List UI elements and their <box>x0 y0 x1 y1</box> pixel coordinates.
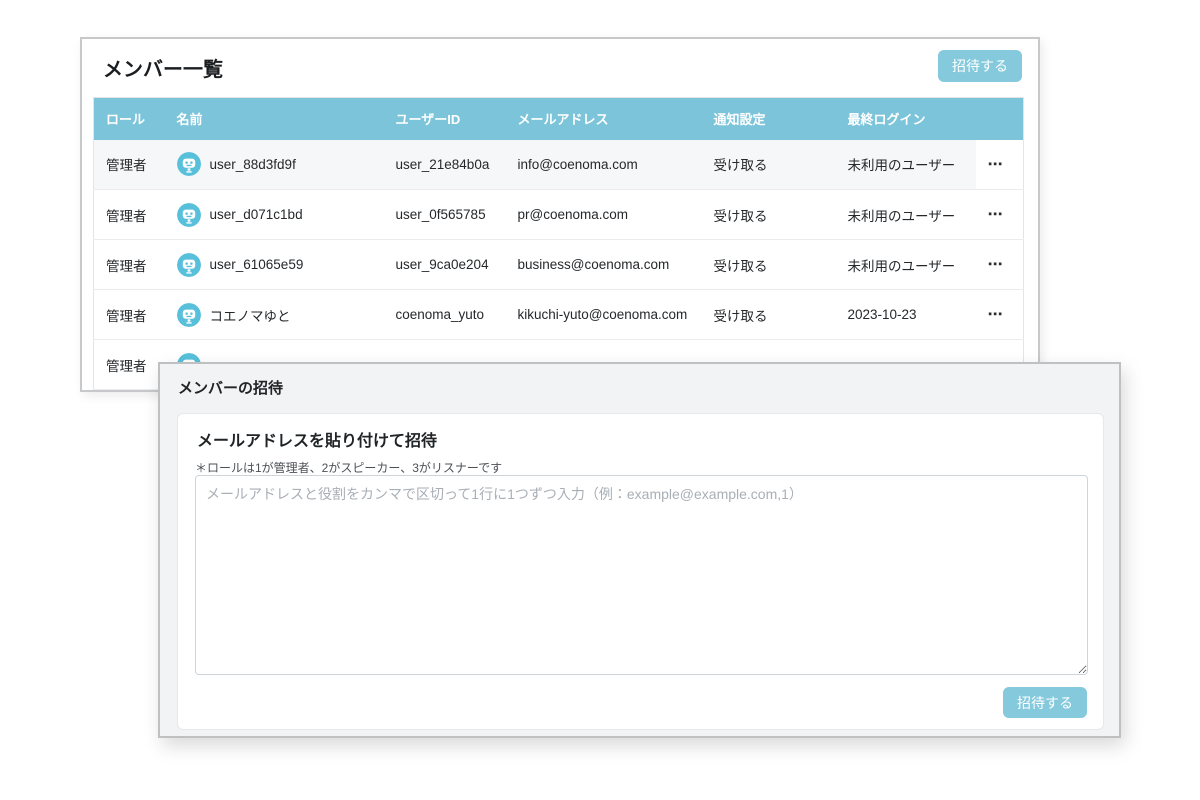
table-body: 管理者 user_88d3fd9f <box>94 140 1024 390</box>
row-menu-ellipsis-icon[interactable]: ⋯ <box>986 203 1006 226</box>
cell-email: kikuchi-yuto@coenoma.com <box>506 290 702 340</box>
cell-row-menu: ⋯ <box>976 290 1024 340</box>
role-note: ＊ロールは1が管理者、2がスピーカー、3がリスナーです <box>195 459 502 476</box>
table-row: 管理者 user_88d3fd9f <box>94 140 1024 190</box>
cell-name: コエノマゆと <box>171 290 384 340</box>
cell-name: user_88d3fd9f <box>171 140 384 190</box>
coenoma-mascot-avatar-icon <box>177 303 201 327</box>
cell-role: 管理者 <box>94 190 171 240</box>
table-header-row: ロール名前ユーザーIDメールアドレス通知設定最終ログイン <box>94 98 1024 140</box>
coenoma-mascot-avatar-icon <box>177 253 201 277</box>
member-name: user_d071c1bd <box>210 207 303 222</box>
page-title: メンバー一覧 <box>103 53 223 82</box>
invite-member-modal: メンバーの招待 メールアドレスを貼り付けて招待 ＊ロールは1が管理者、2がスピー… <box>158 362 1121 738</box>
invite-submit-button[interactable]: 招待する <box>1003 687 1087 718</box>
column-header: ユーザーID <box>384 98 506 140</box>
column-header: 名前 <box>171 98 384 140</box>
member-table: ロール名前ユーザーIDメールアドレス通知設定最終ログイン 管理者 <box>93 97 1024 390</box>
cell-user-id: coenoma_yuto <box>384 290 506 340</box>
table-row: 管理者 コエノマゆと <box>94 290 1024 340</box>
cell-user-id: user_0f565785 <box>384 190 506 240</box>
coenoma-mascot-avatar-icon <box>177 152 201 176</box>
coenoma-mascot-avatar-icon <box>177 203 201 227</box>
cell-row-menu: ⋯ <box>976 140 1024 190</box>
cell-user-id: user_9ca0e204 <box>384 240 506 290</box>
cell-email: business@coenoma.com <box>506 240 702 290</box>
cell-notification: 受け取る <box>702 190 836 240</box>
row-menu-ellipsis-icon[interactable]: ⋯ <box>986 303 1006 326</box>
row-menu-ellipsis-icon[interactable]: ⋯ <box>986 253 1006 276</box>
cell-last-login: 未利用のユーザー <box>836 240 976 290</box>
paste-invite-section-title: メールアドレスを貼り付けて招待 <box>197 427 437 451</box>
cell-role: 管理者 <box>94 290 171 340</box>
cell-notification: 受け取る <box>702 240 836 290</box>
cell-last-login: 未利用のユーザー <box>836 140 976 190</box>
column-header: 最終ログイン <box>836 98 976 140</box>
cell-role: 管理者 <box>94 140 171 190</box>
cell-last-login: 2023-10-23 <box>836 290 976 340</box>
column-header: 通知設定 <box>702 98 836 140</box>
cell-name: user_d071c1bd <box>171 190 384 240</box>
column-header-menu <box>976 98 1024 140</box>
cell-name: user_61065e59 <box>171 240 384 290</box>
cell-notification: 受け取る <box>702 140 836 190</box>
cell-last-login: 未利用のユーザー <box>836 190 976 240</box>
paste-invite-panel: メールアドレスを貼り付けて招待 ＊ロールは1が管理者、2がスピーカー、3がリスナ… <box>177 413 1104 730</box>
member-name: user_61065e59 <box>210 257 304 272</box>
member-name: コエノマゆと <box>210 305 291 325</box>
column-header: ロール <box>94 98 171 140</box>
invite-emails-textarea[interactable] <box>195 475 1088 675</box>
cell-notification: 受け取る <box>702 290 836 340</box>
cell-role: 管理者 <box>94 240 171 290</box>
cell-row-menu: ⋯ <box>976 240 1024 290</box>
column-header: メールアドレス <box>506 98 702 140</box>
page: メンバー一覧 招待する ロール名前ユーザーIDメールアドレス通知設定最終ログイン… <box>0 0 1200 800</box>
table-row: 管理者 user_61065e59 <box>94 240 1024 290</box>
cell-email: pr@coenoma.com <box>506 190 702 240</box>
cell-user-id: user_21e84b0a <box>384 140 506 190</box>
member-name: user_88d3fd9f <box>210 157 296 172</box>
table-row: 管理者 user_d071c1bd <box>94 190 1024 240</box>
invite-button[interactable]: 招待する <box>938 50 1022 82</box>
row-menu-ellipsis-icon[interactable]: ⋯ <box>986 153 1006 176</box>
member-list-card: メンバー一覧 招待する ロール名前ユーザーIDメールアドレス通知設定最終ログイン… <box>80 37 1040 392</box>
cell-email: info@coenoma.com <box>506 140 702 190</box>
cell-row-menu: ⋯ <box>976 190 1024 240</box>
modal-title: メンバーの招待 <box>178 377 283 398</box>
